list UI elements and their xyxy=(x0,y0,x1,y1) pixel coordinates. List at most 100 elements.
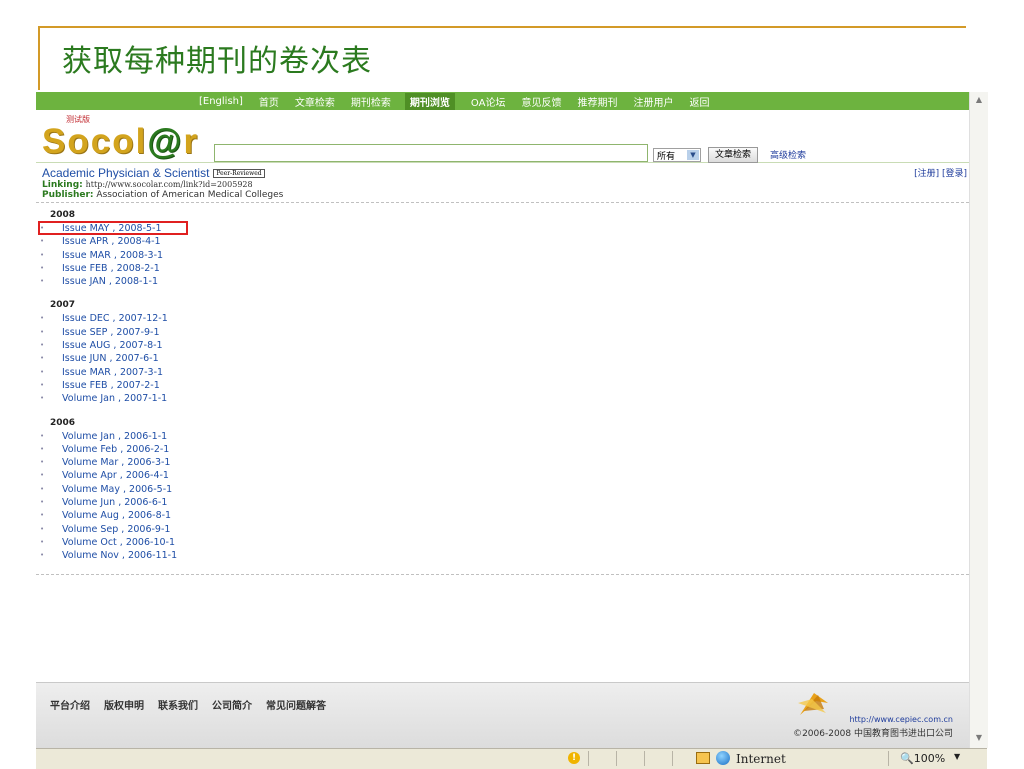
issue-label: Volume Jan , 2007-1-1 xyxy=(62,393,168,405)
register-link[interactable]: [注册] xyxy=(914,169,939,179)
nav-item[interactable]: 期刊浏览 xyxy=(404,92,455,110)
status-divider xyxy=(616,751,617,766)
issue-link[interactable]: • Issue FEB , 2008-2-1 xyxy=(38,262,177,275)
issue-link[interactable]: • Issue DEC , 2007-12-1 xyxy=(38,312,177,325)
site-header: 测试版 Socol@r 所有 ▼ 文章检索 高级检索 [注册] [登录] xyxy=(36,110,969,179)
bullet-icon: • xyxy=(40,237,45,246)
logo-beta-label: 测试版 xyxy=(66,115,90,124)
bullet-icon: • xyxy=(40,524,45,533)
status-divider xyxy=(672,751,673,766)
title-left-rule xyxy=(38,26,40,90)
bullet-icon: • xyxy=(40,444,45,453)
scroll-down-icon[interactable]: ▼ xyxy=(973,732,985,744)
issue-label: Volume Oct , 2006-10-1 xyxy=(62,536,176,548)
issue-label: Volume Sep , 2006-9-1 xyxy=(62,523,171,535)
status-divider xyxy=(588,751,589,766)
nav-item[interactable]: 期刊检索 xyxy=(351,94,391,109)
zoom-dropdown-icon[interactable]: ▼ xyxy=(954,752,960,761)
divider-top xyxy=(36,202,969,203)
footer-links: 平台介绍 版权申明 联系我们 公司简介 常见问题解答 xyxy=(50,697,340,712)
linking-url[interactable]: http://www.socolar.com/link?id=2005928 xyxy=(86,180,253,189)
issue-label: Volume May , 2006-5-1 xyxy=(62,483,173,495)
issue-link[interactable]: • Volume Apr , 2006-4-1 xyxy=(38,469,177,482)
internet-globe-icon xyxy=(716,751,730,765)
footer-link[interactable]: 版权申明 xyxy=(104,697,144,712)
title-top-rule xyxy=(38,26,966,28)
footer-link[interactable]: 公司简介 xyxy=(212,697,252,712)
bullet-icon: • xyxy=(40,224,45,232)
warning-icon[interactable]: ! xyxy=(568,752,580,764)
bullet-icon: • xyxy=(40,537,45,546)
bullet-icon: • xyxy=(40,394,45,403)
issue-link[interactable]: • Volume May , 2006-5-1 xyxy=(38,483,177,496)
footer-link[interactable]: 联系我们 xyxy=(158,697,198,712)
issue-link[interactable]: • Issue AUG , 2007-8-1 xyxy=(38,339,177,352)
divider-bottom xyxy=(36,574,969,575)
vertical-scrollbar[interactable]: ▲ ▼ xyxy=(969,92,988,748)
issue-link[interactable]: • Issue JUN , 2007-6-1 xyxy=(38,352,177,365)
auth-links: [注册] [登录] xyxy=(914,166,967,179)
nav-item[interactable]: 推荐期刊 xyxy=(577,94,617,109)
issue-link[interactable]: • Issue MAR , 2008-3-1 xyxy=(38,249,177,262)
zoom-level[interactable]: 🔍100% xyxy=(900,752,945,765)
nav-item[interactable]: OA论坛 xyxy=(471,94,506,109)
issue-link[interactable]: • Volume Sep , 2006-9-1 xyxy=(38,523,177,536)
year-gap xyxy=(38,288,177,299)
issue-link[interactable]: • Volume Jun , 2006-6-1 xyxy=(38,496,177,509)
search-scope-select[interactable]: 所有 ▼ xyxy=(653,148,701,162)
browser-status-bar: ! Internet 🔍100% ▼ xyxy=(36,748,987,769)
status-divider xyxy=(888,751,889,766)
footer-link[interactable]: 常见问题解答 xyxy=(266,697,326,712)
issue-link[interactable]: • Issue SEP , 2007-9-1 xyxy=(38,326,177,339)
publisher-name: Association of American Medical Colleges xyxy=(96,190,284,200)
issue-link[interactable]: • Issue MAY , 2008-5-1 xyxy=(38,222,177,235)
issue-link[interactable]: • Volume Feb , 2006-2-1 xyxy=(38,443,177,456)
nav-item[interactable]: [English] xyxy=(199,96,243,107)
bullet-icon: • xyxy=(40,431,45,440)
year-heading: 2008 xyxy=(50,210,76,220)
search-input[interactable] xyxy=(214,144,648,162)
nav-item[interactable]: 意见反馈 xyxy=(521,94,561,109)
footer-link[interactable]: 平台介绍 xyxy=(50,697,90,712)
publisher-label: Publisher: xyxy=(42,190,94,200)
chevron-down-icon[interactable]: ▼ xyxy=(687,150,699,160)
logo-text-right: r xyxy=(183,122,200,161)
bullet-icon: • xyxy=(40,250,45,259)
issue-link[interactable]: • Issue FEB , 2007-2-1 xyxy=(38,379,177,392)
article-search-button[interactable]: 文章检索 xyxy=(708,147,759,163)
issue-label: Issue FEB , 2007-2-1 xyxy=(62,379,160,391)
issue-link[interactable]: • Volume Jan , 2006-1-1 xyxy=(38,430,177,443)
issue-link[interactable]: • Volume Jan , 2007-1-1 xyxy=(38,392,177,405)
nav-item[interactable]: 返回 xyxy=(689,94,709,109)
slide-title-bar: 获取每种期刊的卷次表 xyxy=(38,26,966,90)
issue-link[interactable]: • Issue APR , 2008-4-1 xyxy=(38,235,177,248)
journal-title[interactable]: Academic Physician & Scientist xyxy=(42,166,209,180)
scroll-up-icon[interactable]: ▲ xyxy=(973,94,985,106)
top-nav-bar: [English] 首页 文章检索 期刊检索 期刊浏览 OA论坛 意见反馈 推荐期刊 注册用户 返… xyxy=(36,92,969,110)
issue-link[interactable]: • Volume Oct , 2006-10-1 xyxy=(38,536,177,549)
nav-item[interactable]: 注册用户 xyxy=(633,94,673,109)
slide-title: 获取每种期刊的卷次表 xyxy=(62,44,372,79)
zoom-value: 100% xyxy=(913,752,946,765)
issue-label: Volume Jan , 2006-1-1 xyxy=(62,430,168,442)
logo-text-left: Socol xyxy=(42,122,148,161)
issue-link[interactable]: • Volume Nov , 2006-11-1 xyxy=(38,549,177,562)
logo-text-at: @ xyxy=(147,122,184,161)
login-link[interactable]: [登录] xyxy=(942,169,967,179)
issue-link[interactable]: • Issue JAN , 2008-1-1 xyxy=(38,275,177,288)
issue-link[interactable]: • Volume Mar , 2006-3-1 xyxy=(38,456,177,469)
bullet-icon: • xyxy=(40,367,45,376)
scope-selected-value: 所有 xyxy=(657,151,676,162)
socolar-logo[interactable]: 测试版 Socol@r xyxy=(42,115,200,161)
nav-item[interactable]: 首页 xyxy=(259,94,279,109)
issue-link[interactable]: • Volume Aug , 2006-8-1 xyxy=(38,509,177,522)
footer-url-link[interactable]: http://www.cepiec.com.cn xyxy=(849,715,953,724)
issue-label: Volume Feb , 2006-2-1 xyxy=(62,443,170,455)
issue-label: Issue SEP , 2007-9-1 xyxy=(62,326,160,338)
nav-item[interactable]: 文章检索 xyxy=(295,94,335,109)
issue-label: Issue DEC , 2007-12-1 xyxy=(62,313,168,325)
advanced-search-link[interactable]: 高级检索 xyxy=(770,148,806,161)
protected-mode-icon[interactable] xyxy=(696,752,710,764)
linking-line: Linking: http://www.socolar.com/link?id=… xyxy=(42,180,283,190)
issue-link[interactable]: • Issue MAR , 2007-3-1 xyxy=(38,366,177,379)
